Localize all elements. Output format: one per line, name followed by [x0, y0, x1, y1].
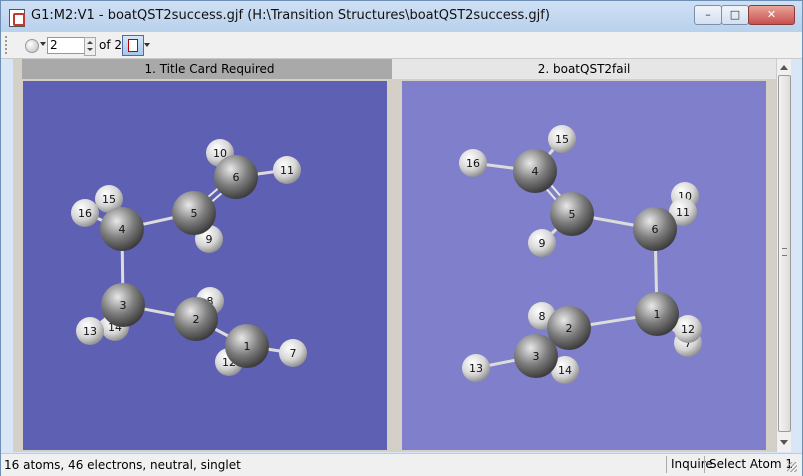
- atom-label: 3: [533, 350, 540, 363]
- carbon-atom-6[interactable]: 6: [633, 207, 677, 251]
- molecule-count: of 2: [99, 38, 122, 52]
- scroll-up-icon[interactable]: [780, 65, 788, 70]
- atom-label: 4: [532, 165, 539, 178]
- atom-label: 2: [193, 313, 200, 326]
- hydrogen-atom-13[interactable]: 13: [462, 354, 490, 382]
- atom-label: 6: [652, 223, 659, 236]
- scroll-down-icon[interactable]: [780, 440, 788, 445]
- gaussview-app-icon[interactable]: [9, 9, 25, 27]
- hydrogen-atom-13[interactable]: 13: [76, 317, 104, 345]
- molecule-info: 16 atoms, 46 electrons, neutral, singlet: [4, 458, 241, 472]
- molecule-panel-2: 2. boatQST2fail 7 8 9 10 11 12 13 14 15 16 1 2 3 4 5 6: [392, 59, 776, 452]
- hydrogen-atom-15[interactable]: 15: [548, 125, 576, 153]
- panel-header: 2. boatQST2fail: [392, 59, 776, 79]
- carbon-atom-3[interactable]: 3: [101, 283, 145, 327]
- molecule-toolbar: 2 of 2: [1, 32, 802, 59]
- circle-icon[interactable]: [25, 39, 39, 53]
- atom-label: 4: [119, 223, 126, 236]
- carbon-atom-6[interactable]: 6: [214, 155, 258, 199]
- toolbar-grip[interactable]: [5, 36, 10, 54]
- molecule-viewport[interactable]: 7 8 9 10 11 12 13 14 15 16 1 2 3 4 5 6: [402, 81, 766, 450]
- view-dropdown-arrow-icon[interactable]: [144, 43, 150, 47]
- window-title: G1:M2:V1 - boatQST2success.gjf (H:\Trans…: [31, 8, 550, 23]
- carbon-atom-4[interactable]: 4: [100, 207, 144, 251]
- atom-label: 11: [280, 164, 294, 177]
- molecule-view-icon[interactable]: [122, 35, 144, 56]
- atom-label: 15: [555, 133, 569, 146]
- atom-label: 16: [78, 207, 92, 220]
- maximize-button[interactable]: □: [721, 5, 749, 25]
- atom-label: 6: [233, 171, 240, 184]
- of-label: of: [99, 38, 111, 52]
- molecule-viewport[interactable]: 7 8 9 10 11 12 14 15 16 13 1 2 3 4 5 6: [23, 81, 387, 450]
- vertical-scrollbar[interactable]: [776, 59, 791, 452]
- view-area: 1. Title Card Required 7 8 9 10 11 12 14 15 16 13…: [13, 59, 791, 452]
- action-indicator: Select Atom 1: [704, 456, 793, 473]
- hydrogen-atom-11[interactable]: 11: [273, 156, 301, 184]
- spin-down-icon[interactable]: [87, 48, 93, 51]
- hydrogen-atom-16[interactable]: 16: [459, 149, 487, 177]
- atom-label: 9: [539, 237, 546, 250]
- atom-label: 1: [654, 308, 661, 321]
- molecule-canvas[interactable]: 78910111213 141516123456: [402, 81, 766, 450]
- scroll-thumb[interactable]: [778, 75, 791, 432]
- carbon-atom-2[interactable]: 2: [174, 297, 218, 341]
- carbon-atom-5[interactable]: 5: [172, 191, 216, 235]
- molecule-number-input[interactable]: 2: [47, 37, 87, 54]
- title-bar[interactable]: G1:M2:V1 - boatQST2success.gjf (H:\Trans…: [1, 1, 802, 32]
- molecule-number-spinner[interactable]: [84, 37, 96, 56]
- atom-label: 14: [558, 364, 572, 377]
- resize-grip-icon[interactable]: [787, 462, 797, 472]
- hydrogen-atom-7[interactable]: 7: [279, 339, 307, 367]
- carbon-atom-4[interactable]: 4: [513, 149, 557, 193]
- carbon-atom-5[interactable]: 5: [550, 192, 594, 236]
- atom-label: 2: [566, 322, 573, 335]
- atom-label: 16: [466, 157, 480, 170]
- atom-label: 5: [191, 207, 198, 220]
- atom-label: 15: [102, 193, 116, 206]
- status-bar: 16 atoms, 46 electrons, neutral, singlet…: [1, 453, 802, 476]
- atom-label: 8: [539, 310, 546, 323]
- molecule-panel-1: 1. Title Card Required 7 8 9 10 11 12 14 15 16 13…: [13, 59, 397, 452]
- atom-label: 1: [244, 340, 251, 353]
- molecule-canvas[interactable]: 78910111214151613123456: [23, 81, 387, 450]
- spin-up-icon[interactable]: [87, 41, 93, 44]
- dropdown-arrow-icon[interactable]: [40, 42, 46, 46]
- minimize-button[interactable]: –: [694, 5, 722, 25]
- hydrogen-atom-16[interactable]: 16: [71, 199, 99, 227]
- atom-label: 3: [120, 299, 127, 312]
- hydrogen-atom-9[interactable]: 9: [528, 229, 556, 257]
- gaussview-window: G1:M2:V1 - boatQST2success.gjf (H:\Trans…: [0, 0, 803, 476]
- atom-label: 11: [676, 206, 690, 219]
- close-button[interactable]: ✕: [748, 5, 795, 25]
- atom-label: 7: [290, 347, 297, 360]
- panel-header: 1. Title Card Required: [22, 59, 397, 79]
- carbon-atom-1[interactable]: 1: [635, 292, 679, 336]
- carbon-atom-1[interactable]: 1: [225, 324, 269, 368]
- atom-label: 12: [681, 323, 695, 336]
- total-count: 2: [114, 38, 123, 52]
- atom-label: 13: [83, 325, 97, 338]
- atom-label: 13: [469, 362, 483, 375]
- atom-label: 5: [569, 208, 576, 221]
- carbon-atom-3[interactable]: 3: [514, 334, 558, 378]
- atom-label: 9: [206, 233, 213, 246]
